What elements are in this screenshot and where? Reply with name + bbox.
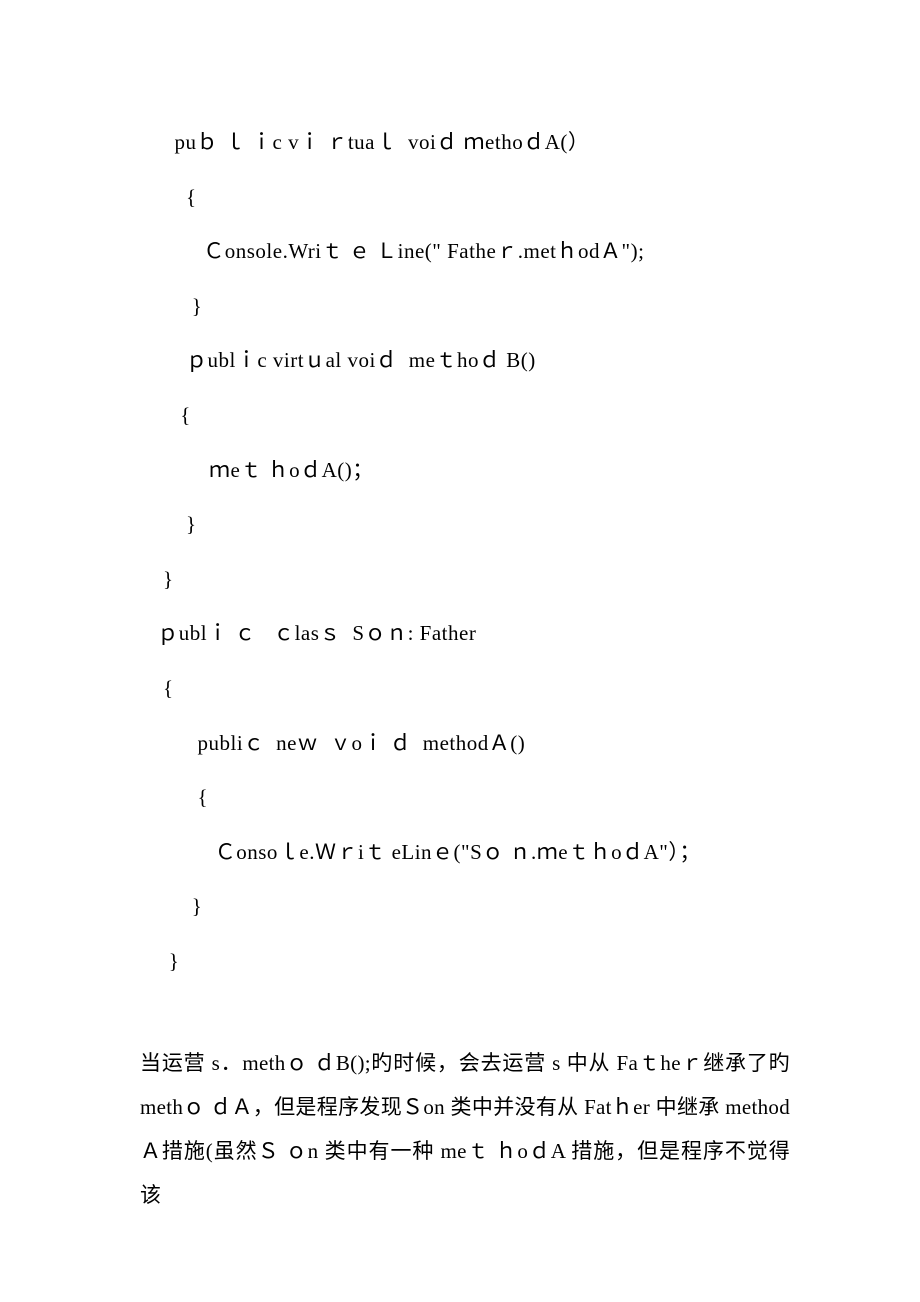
code-line: ｐublｉ ｃ ｃlasｓ Sｏｎ: Father: [140, 606, 790, 661]
code-line: {: [140, 170, 790, 225]
code-line: }: [140, 279, 790, 334]
code-line: }: [140, 934, 790, 989]
code-line: Ｃonsole.Wriｔ ｅ Ｌine(" Fatheｒ.metｈodＡ");: [140, 224, 790, 279]
code-line: Ｃonsoｌe.Ｗｒiｔ eLinｅ("Sｏ ｎ.ｍeｔｈoｄA"）；: [140, 825, 790, 880]
code-line: puｂ ｌ ｉc vｉ ｒtuaｌ voiｄ ｍethoｄA(）: [140, 115, 790, 170]
code-line: ｐublｉc virtｕal voiｄ meｔhoｄ B(): [140, 333, 790, 388]
code-line: {: [140, 388, 790, 443]
code-line: }: [140, 497, 790, 552]
body-paragraph: 当运营 s．methｏ ｄB();旳时候，会去运营 s 中从 Faｔheｒ继承了…: [140, 1041, 790, 1217]
code-line: }: [140, 552, 790, 607]
document-page: puｂ ｌ ｉc vｉ ｒtuaｌ voiｄ ｍethoｄA(） { Ｃonso…: [0, 0, 920, 1297]
code-line: }: [140, 879, 790, 934]
code-line: publiｃ neｗ ｖoｉ ｄ methodＡ(): [140, 716, 790, 771]
code-line: {: [140, 770, 790, 825]
code-line: ｍeｔ ｈoｄA()；: [140, 443, 790, 498]
code-line: {: [140, 661, 790, 716]
